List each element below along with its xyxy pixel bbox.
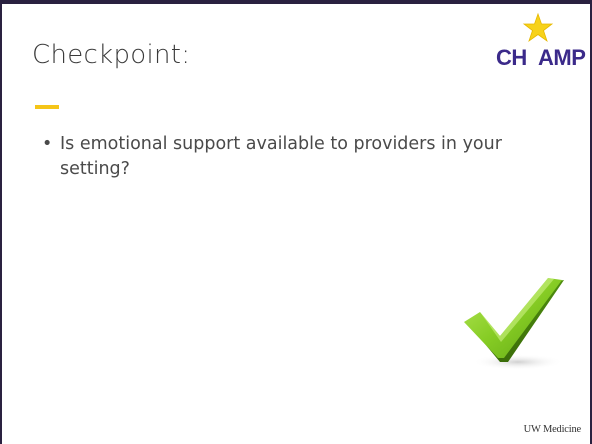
slide-title: Checkpoint: bbox=[32, 40, 191, 70]
bullet-item: • Is emotional support available to prov… bbox=[42, 132, 542, 182]
slide: Checkpoint: CH AMP • Is emotional suppor… bbox=[0, 0, 592, 444]
svg-text:AMP: AMP bbox=[538, 45, 585, 68]
bullet-text: Is emotional support available to provid… bbox=[60, 134, 502, 179]
svg-text:CH: CH bbox=[496, 45, 527, 68]
star-icon bbox=[522, 12, 554, 43]
footer-uw-medicine: UW Medicine bbox=[523, 424, 582, 435]
bullet-marker: • bbox=[42, 134, 53, 154]
title-accent-bar bbox=[35, 105, 59, 109]
checkmark-icon bbox=[464, 278, 564, 370]
bullet-list: • Is emotional support available to prov… bbox=[42, 132, 542, 182]
champ-logo: CH AMP bbox=[496, 12, 586, 68]
